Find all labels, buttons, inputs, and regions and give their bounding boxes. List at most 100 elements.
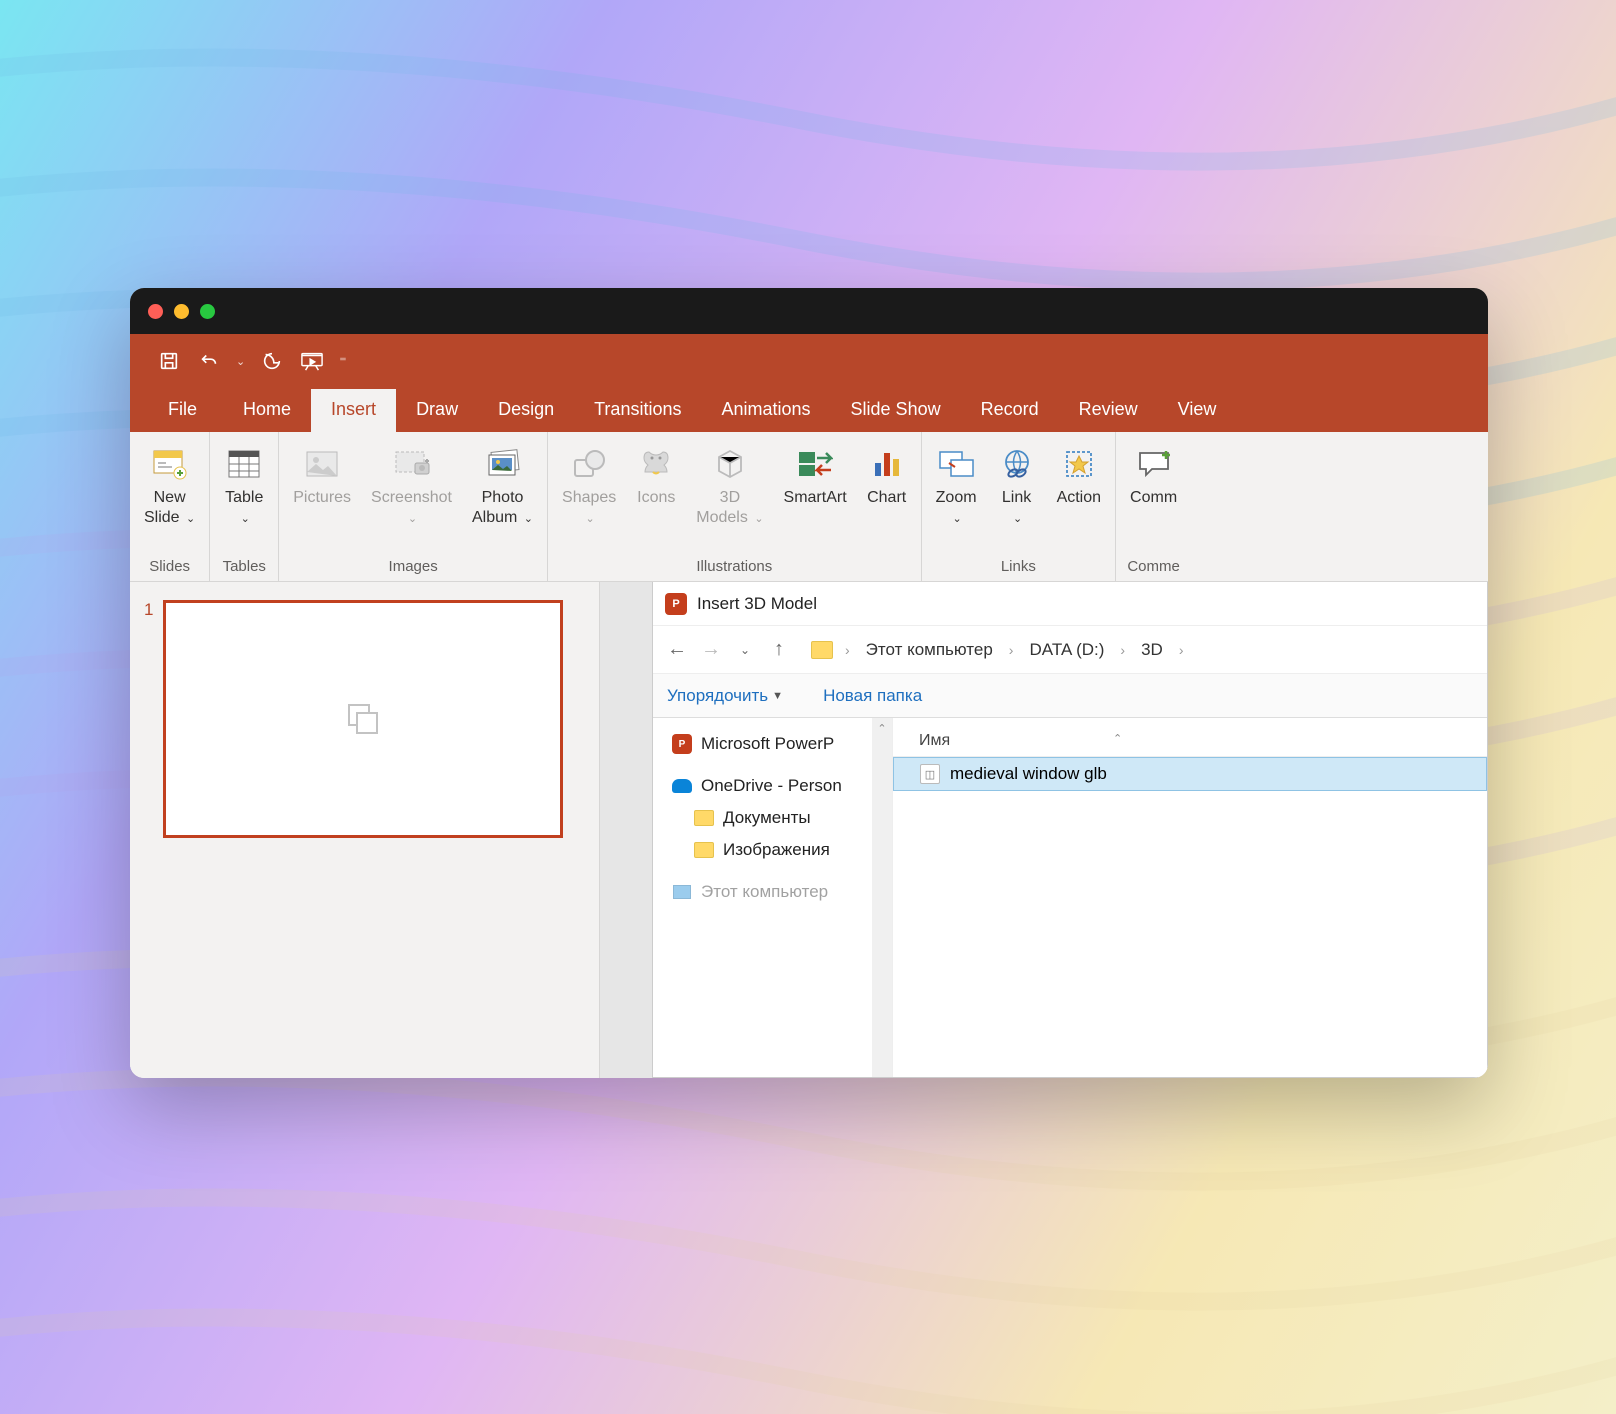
tab-view[interactable]: View (1158, 389, 1237, 432)
chevron-right-icon[interactable]: › (1114, 642, 1131, 658)
present-from-start-button[interactable] (295, 344, 329, 378)
dialog-body: P Microsoft PowerP OneDrive - Person Док… (653, 718, 1487, 1077)
new-slide-label: New Slide (144, 489, 186, 526)
tree-item-powerpoint[interactable]: P Microsoft PowerP (653, 728, 892, 760)
tree-label: Этот компьютер (701, 882, 828, 902)
chart-button[interactable]: Chart (857, 440, 917, 512)
file-row-selected[interactable]: ◫ medieval window glb (893, 757, 1487, 791)
dialog-title: Insert 3D Model (697, 594, 817, 614)
chevron-right-icon[interactable]: › (839, 642, 856, 658)
undo-dropdown-icon[interactable]: ⌄ (232, 355, 249, 368)
insert-3d-model-dialog: P Insert 3D Model ← → ⌄ ↑ › Этот компьют… (652, 582, 1488, 1078)
tree-label: Документы (723, 808, 811, 828)
powerpoint-icon: P (672, 734, 692, 754)
slide-number: 1 (144, 600, 153, 1060)
breadcrumb-computer[interactable]: Этот компьютер (862, 640, 997, 660)
titlebar (130, 288, 1488, 334)
table-button[interactable]: Table⌄ (214, 440, 274, 532)
icons-button[interactable]: Icons (626, 440, 686, 512)
chevron-right-icon[interactable]: › (1003, 642, 1020, 658)
3d-models-icon (710, 444, 750, 484)
tree-item-onedrive[interactable]: OneDrive - Person (653, 770, 892, 802)
nav-recent-dropdown[interactable]: ⌄ (731, 636, 759, 664)
3d-models-button[interactable]: 3D Models ⌄ (686, 440, 773, 532)
tab-draw[interactable]: Draw (396, 389, 478, 432)
comment-button[interactable]: Comm (1120, 440, 1187, 512)
pictures-button[interactable]: Pictures (283, 440, 361, 512)
group-links-label: Links (1001, 554, 1036, 577)
save-button[interactable] (152, 344, 186, 378)
action-label: Action (1057, 488, 1101, 508)
app-window: ⌄ ⁼ File Home Insert Draw Design Transit… (130, 288, 1488, 1078)
tab-design[interactable]: Design (478, 389, 574, 432)
action-icon (1059, 444, 1099, 484)
photo-album-icon (483, 444, 523, 484)
icons-icon (636, 444, 676, 484)
tab-slideshow[interactable]: Slide Show (831, 389, 961, 432)
photo-album-button[interactable]: Photo Album ⌄ (462, 440, 543, 532)
nav-up-button[interactable]: ↑ (765, 636, 793, 664)
smartart-button[interactable]: SmartArt (774, 440, 857, 512)
table-icon (224, 444, 264, 484)
zoom-icon (936, 444, 976, 484)
tab-review[interactable]: Review (1059, 389, 1158, 432)
organize-button[interactable]: Упорядочить ▼ (667, 686, 783, 706)
tab-transitions[interactable]: Transitions (574, 389, 701, 432)
smartart-icon (795, 444, 835, 484)
group-illustrations-label: Illustrations (696, 554, 772, 577)
new-slide-icon (150, 444, 190, 484)
chart-icon (867, 444, 907, 484)
3d-models-label: 3D Models (696, 489, 748, 526)
tree-scrollbar[interactable]: ⌃ (872, 718, 892, 1077)
breadcrumb-folder[interactable]: 3D (1137, 640, 1167, 660)
shapes-button[interactable]: Shapes⌄ (552, 440, 626, 532)
new-folder-button[interactable]: Новая папка (823, 686, 922, 706)
shapes-label: Shapes (562, 489, 616, 506)
tab-record[interactable]: Record (961, 389, 1059, 432)
folder-icon (811, 641, 833, 659)
slide-panel: 1 (130, 582, 600, 1078)
tree-item-images[interactable]: Изображения (653, 834, 892, 866)
nav-back-button[interactable]: ← (663, 636, 691, 664)
chevron-right-icon[interactable]: › (1173, 642, 1190, 658)
tab-insert[interactable]: Insert (311, 389, 396, 432)
link-button[interactable]: Link⌄ (987, 440, 1047, 532)
zoom-button[interactable]: Zoom⌄ (926, 440, 987, 532)
nav-forward-button: → (697, 636, 725, 664)
tree-item-computer[interactable]: Этот компьютер (653, 876, 892, 908)
placeholder-icon (343, 699, 383, 739)
powerpoint-icon: P (665, 593, 687, 615)
undo-button[interactable] (192, 344, 226, 378)
window-maximize-button[interactable] (200, 304, 215, 319)
tab-file[interactable]: File (148, 389, 223, 432)
breadcrumb-drive[interactable]: DATA (D:) (1025, 640, 1108, 660)
group-tables-label: Tables (223, 554, 266, 577)
window-close-button[interactable] (148, 304, 163, 319)
group-comments-label: Comme (1127, 554, 1180, 577)
column-name-label: Имя (919, 732, 950, 750)
folder-icon (694, 810, 714, 826)
shapes-icon (569, 444, 609, 484)
screenshot-icon (392, 444, 432, 484)
screenshot-button[interactable]: Screenshot⌄ (361, 440, 462, 532)
slide-thumbnail[interactable] (163, 600, 563, 838)
tab-animations[interactable]: Animations (701, 389, 830, 432)
new-slide-button[interactable]: New Slide ⌄ (134, 440, 205, 532)
action-button[interactable]: Action (1047, 440, 1111, 512)
pictures-icon (302, 444, 342, 484)
redo-button[interactable] (255, 344, 289, 378)
window-minimize-button[interactable] (174, 304, 189, 319)
tree-label: Microsoft PowerP (701, 734, 834, 754)
qat-customize-icon[interactable]: ⁼ (335, 353, 350, 370)
sort-indicator-icon: ⌃ (1113, 732, 1122, 745)
link-label: Link (1002, 489, 1031, 506)
group-slides-label: Slides (149, 554, 190, 577)
ribbon: New Slide ⌄ Slides Table⌄ Tables (130, 432, 1488, 582)
chevron-up-icon: ⌃ (877, 722, 886, 735)
dialog-toolbar: Упорядочить ▼ Новая папка (653, 674, 1487, 718)
tree-item-documents[interactable]: Документы (653, 802, 892, 834)
tab-home[interactable]: Home (223, 389, 311, 432)
list-header[interactable]: Имя ⌃ (893, 726, 1487, 757)
dialog-file-list: Имя ⌃ ◫ medieval window glb (893, 718, 1487, 1077)
comment-icon (1134, 444, 1174, 484)
